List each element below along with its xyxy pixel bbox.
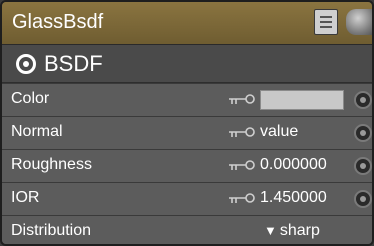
input-socket[interactable]	[354, 190, 372, 208]
input-row-distribution: Distribution ▼ sharp	[2, 215, 372, 244]
link-icon[interactable]	[228, 94, 256, 106]
list-icon[interactable]	[314, 9, 338, 35]
distribution-dropdown[interactable]: ▼ sharp	[264, 222, 320, 240]
input-label: Distribution	[11, 222, 92, 239]
link-icon[interactable]	[228, 160, 256, 172]
input-value[interactable]: 0.000000	[260, 156, 327, 174]
input-value[interactable]: value	[260, 123, 298, 141]
input-socket[interactable]	[354, 91, 372, 109]
node-header[interactable]: GlassBsdf	[2, 2, 372, 45]
link-icon[interactable]	[228, 193, 256, 205]
link-icon[interactable]	[228, 127, 256, 139]
sphere-preview-icon[interactable]	[346, 9, 372, 35]
output-socket-icon[interactable]	[16, 54, 36, 74]
input-label: Roughness	[11, 156, 92, 173]
input-label: Color	[11, 90, 50, 107]
input-row-roughness: Roughness 0.000000	[2, 149, 372, 182]
glass-bsdf-node[interactable]: GlassBsdf BSDF Color Normal value Roughn…	[0, 0, 374, 246]
input-value[interactable]: 1.450000	[260, 189, 327, 207]
input-socket[interactable]	[354, 157, 372, 175]
input-label: IOR	[11, 189, 40, 206]
section-title: BSDF	[44, 51, 103, 76]
input-row-normal: Normal value	[2, 116, 372, 149]
bsdf-output-section: BSDF	[2, 45, 372, 83]
input-row-ior: IOR 1.450000	[2, 182, 372, 215]
input-socket[interactable]	[354, 124, 372, 142]
color-swatch[interactable]	[260, 90, 344, 110]
dropdown-value: sharp	[279, 222, 320, 239]
input-row-color: Color	[2, 83, 372, 116]
dropdown-arrow-icon: ▼	[264, 223, 277, 238]
node-title: GlassBsdf	[12, 11, 104, 33]
input-label: Normal	[11, 123, 63, 140]
